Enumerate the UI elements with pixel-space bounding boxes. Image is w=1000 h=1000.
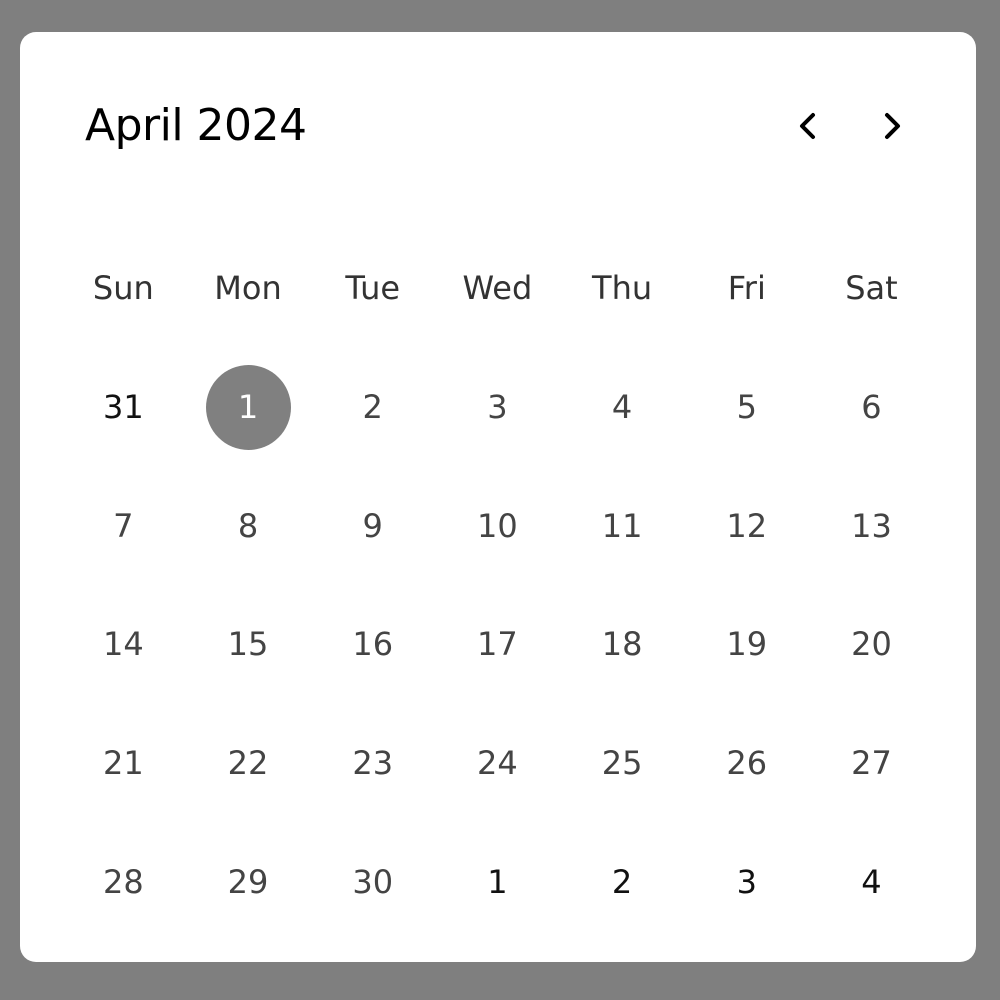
day-cell[interactable]: 17 — [435, 585, 560, 704]
day-number: 9 — [362, 506, 383, 545]
day-cell[interactable]: 16 — [310, 585, 435, 704]
outside-month-day-cell[interactable]: 3 — [684, 822, 809, 941]
chevron-left-icon — [800, 113, 815, 139]
day-cell[interactable]: 22 — [186, 704, 311, 823]
outside-month-day-cell[interactable]: 1 — [435, 822, 560, 941]
day-cell[interactable]: 4 — [560, 348, 685, 467]
weekday-header-sat: Sat — [845, 269, 898, 308]
selected-day-cell[interactable]: 1 — [186, 348, 311, 467]
day-number: 17 — [477, 625, 518, 664]
calendar-card: April 2024 Sun Mon Tue Wed Thu Fri Sat 31 1 2 3 4 5 6… — [20, 32, 976, 962]
day-cell[interactable]: 14 — [61, 585, 186, 704]
day-number: 7 — [113, 506, 134, 545]
day-number: 20 — [851, 625, 892, 664]
day-number: 19 — [726, 625, 768, 664]
day-cell[interactable]: 18 — [560, 585, 685, 704]
day-number: 25 — [601, 744, 643, 783]
day-cell[interactable]: 28 — [61, 822, 186, 941]
day-number: 16 — [352, 625, 394, 664]
day-number: 21 — [102, 744, 144, 783]
day-cell[interactable]: 7 — [61, 466, 186, 585]
month-year-title: April 2024 — [85, 100, 307, 151]
day-cell[interactable]: 15 — [186, 585, 311, 704]
outside-month-day-cell[interactable]: 2 — [560, 822, 685, 941]
day-cell[interactable]: 21 — [61, 704, 186, 823]
day-cell[interactable]: 20 — [809, 585, 934, 704]
day-number: 30 — [352, 862, 394, 901]
calendar-grid: Sun Mon Tue Wed Thu Fri Sat 31 1 2 3 4 5 6 7 8 9 10 11 12 13… — [61, 229, 934, 941]
day-cell[interactable]: 5 — [684, 348, 809, 467]
day-cell[interactable]: 11 — [560, 466, 685, 585]
day-number: 15 — [227, 625, 269, 664]
day-cell[interactable]: 29 — [186, 822, 311, 941]
outside-month-day-cell[interactable]: 31 — [61, 348, 186, 467]
day-number: 3 — [487, 388, 508, 427]
day-number: 26 — [726, 744, 768, 783]
day-cell[interactable]: 25 — [560, 704, 685, 823]
day-number: 10 — [477, 506, 518, 545]
day-number: 27 — [851, 744, 892, 783]
day-cell[interactable]: 13 — [809, 466, 934, 585]
outside-month-day-cell[interactable]: 4 — [809, 822, 934, 941]
day-cell[interactable]: 23 — [310, 704, 435, 823]
day-number: 1 — [487, 862, 508, 901]
day-number: 23 — [352, 744, 394, 783]
day-cell[interactable]: 19 — [684, 585, 809, 704]
day-number: 18 — [601, 625, 643, 664]
day-number: 12 — [726, 506, 768, 545]
day-cell[interactable]: 6 — [809, 348, 934, 467]
day-number: 4 — [611, 388, 633, 427]
next-month-button[interactable] — [870, 104, 914, 148]
day-number: 14 — [102, 625, 144, 664]
previous-month-button[interactable] — [786, 104, 830, 148]
weekday-header-tue: Tue — [345, 269, 401, 308]
day-number: 13 — [851, 506, 892, 545]
day-number: 2 — [362, 388, 383, 427]
day-number: 6 — [861, 388, 882, 427]
day-number: 22 — [227, 744, 269, 783]
day-cell[interactable]: 26 — [684, 704, 809, 823]
day-cell[interactable]: 8 — [186, 466, 311, 585]
day-cell[interactable]: 12 — [684, 466, 809, 585]
weekday-header-sun: Sun — [92, 269, 154, 308]
day-number: 31 — [102, 388, 144, 427]
day-cell[interactable]: 30 — [310, 822, 435, 941]
day-cell[interactable]: 10 — [435, 466, 560, 585]
day-cell[interactable]: 3 — [435, 348, 560, 467]
day-number: 8 — [237, 506, 259, 545]
day-number: 3 — [736, 862, 757, 901]
weekday-header-mon: Mon — [214, 269, 282, 308]
day-cell[interactable]: 2 — [310, 348, 435, 467]
day-cell[interactable]: 9 — [310, 466, 435, 585]
weekday-header-wed: Wed — [462, 269, 533, 308]
day-cell[interactable]: 27 — [809, 704, 934, 823]
day-number: 29 — [227, 862, 269, 901]
chevron-right-icon — [885, 113, 900, 139]
day-number: 5 — [736, 388, 757, 427]
weekday-header-thu: Thu — [592, 269, 653, 308]
day-cell[interactable]: 24 — [435, 704, 560, 823]
day-number: 4 — [861, 862, 882, 901]
day-number: 11 — [601, 506, 643, 545]
weekday-header-fri: Fri — [727, 269, 766, 308]
day-number: 24 — [477, 744, 518, 783]
day-number: 28 — [102, 862, 144, 901]
day-number: 1 — [205, 364, 291, 450]
day-number: 2 — [611, 862, 633, 901]
